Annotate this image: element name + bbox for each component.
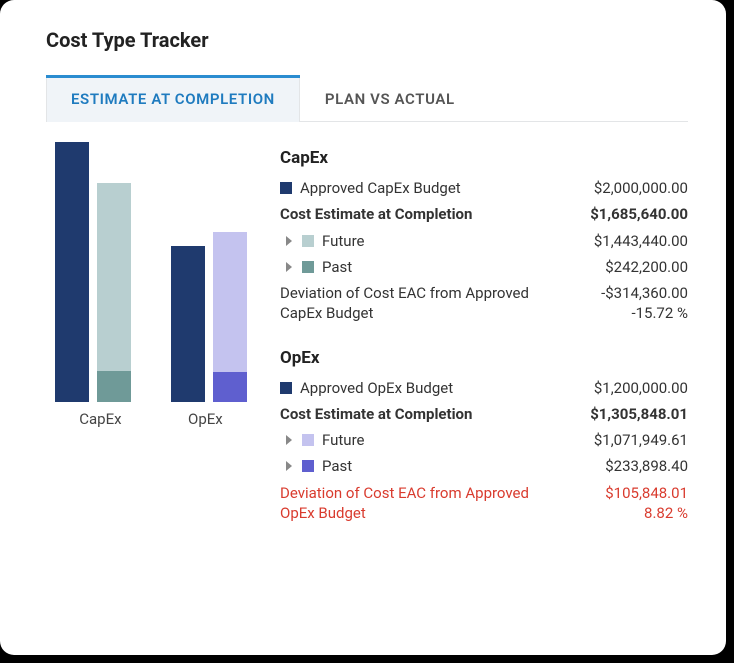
approved-bar — [171, 246, 205, 402]
chevron-right-icon — [286, 236, 292, 246]
capex-past-row[interactable]: Past $242,200.00 — [280, 257, 688, 277]
opex-section-title: OpEx — [280, 348, 688, 368]
chevron-right-icon — [286, 461, 292, 471]
chevron-right-icon — [286, 262, 292, 272]
x-label-capex: CapEx — [79, 410, 121, 428]
capex-approved-swatch — [280, 182, 292, 194]
capex-future-value: $1,443,440.00 — [594, 231, 688, 251]
capex-future-label: Future — [322, 231, 364, 251]
capex-deviation-label: Deviation of Cost EAC from Approved CapE… — [280, 283, 540, 324]
opex-past-label: Past — [322, 456, 352, 476]
data-column: CapEx Approved CapEx Budget $2,000,000.0… — [280, 142, 688, 529]
capex-deviation-pct: -15.72 % — [601, 303, 688, 323]
opex-approved-value: $1,200,000.00 — [594, 378, 688, 398]
capex-past-value: $242,200.00 — [605, 257, 688, 277]
opex-approved-row: Approved OpEx Budget $1,200,000.00 — [280, 378, 688, 398]
chevron-right-icon — [286, 435, 292, 445]
opex-deviation-row: Deviation of Cost EAC from Approved OpEx… — [280, 483, 688, 524]
x-axis-labels: CapEx OpEx — [46, 410, 256, 428]
capex-approved-value: $2,000,000.00 — [594, 178, 688, 198]
capex-future-row[interactable]: Future $1,443,440.00 — [280, 231, 688, 251]
opex-future-row[interactable]: Future $1,071,949.61 — [280, 430, 688, 450]
capex-eac-label: Cost Estimate at Completion — [280, 204, 472, 224]
capex-deviation-value: -$314,360.00 — [601, 283, 688, 303]
bar-group — [166, 232, 252, 402]
capex-past-label: Past — [322, 257, 352, 277]
opex-eac-row: Cost Estimate at Completion $1,305,848.0… — [280, 404, 688, 424]
x-label-opex: OpEx — [188, 410, 223, 428]
capex-approved-label: Approved CapEx Budget — [300, 178, 461, 198]
chart-column: CapEx OpEx — [46, 142, 256, 529]
capex-approved-row: Approved CapEx Budget $2,000,000.00 — [280, 178, 688, 198]
approved-bar — [55, 142, 89, 402]
capex-eac-value: $1,685,640.00 — [590, 204, 688, 224]
capex-eac-row: Cost Estimate at Completion $1,685,640.0… — [280, 204, 688, 224]
cost-type-tracker-card: Cost Type Tracker ESTIMATE AT COMPLETION… — [0, 0, 726, 655]
opex-eac-label: Cost Estimate at Completion — [280, 404, 472, 424]
tabs: ESTIMATE AT COMPLETION PLAN VS ACTUAL — [46, 74, 688, 122]
content-area: CapEx OpEx CapEx Approved CapEx Budget $… — [46, 142, 688, 529]
opex-past-row[interactable]: Past $233,898.40 — [280, 456, 688, 476]
opex-approved-swatch — [280, 382, 292, 394]
opex-future-swatch — [302, 434, 314, 446]
opex-future-value: $1,071,949.61 — [594, 430, 688, 450]
capex-past-swatch — [302, 261, 314, 273]
opex-deviation-label: Deviation of Cost EAC from Approved OpEx… — [280, 483, 540, 524]
eac-bar — [213, 232, 247, 402]
bar-chart — [46, 142, 256, 402]
opex-eac-value: $1,305,848.01 — [590, 404, 688, 424]
opex-future-label: Future — [322, 430, 364, 450]
capex-deviation-row: Deviation of Cost EAC from Approved CapE… — [280, 283, 688, 324]
capex-future-swatch — [302, 235, 314, 247]
opex-past-swatch — [302, 460, 314, 472]
tab-estimate-at-completion[interactable]: ESTIMATE AT COMPLETION — [46, 75, 300, 122]
page-title: Cost Type Tracker — [46, 28, 688, 52]
tab-plan-vs-actual[interactable]: PLAN VS ACTUAL — [300, 75, 480, 122]
opex-deviation-value: $105,848.01 — [605, 483, 688, 503]
opex-approved-label: Approved OpEx Budget — [300, 378, 453, 398]
bar-group — [50, 142, 136, 402]
opex-deviation-pct: 8.82 % — [605, 503, 688, 523]
eac-bar — [97, 183, 131, 402]
capex-section-title: CapEx — [280, 148, 688, 168]
opex-past-value: $233,898.40 — [605, 456, 688, 476]
